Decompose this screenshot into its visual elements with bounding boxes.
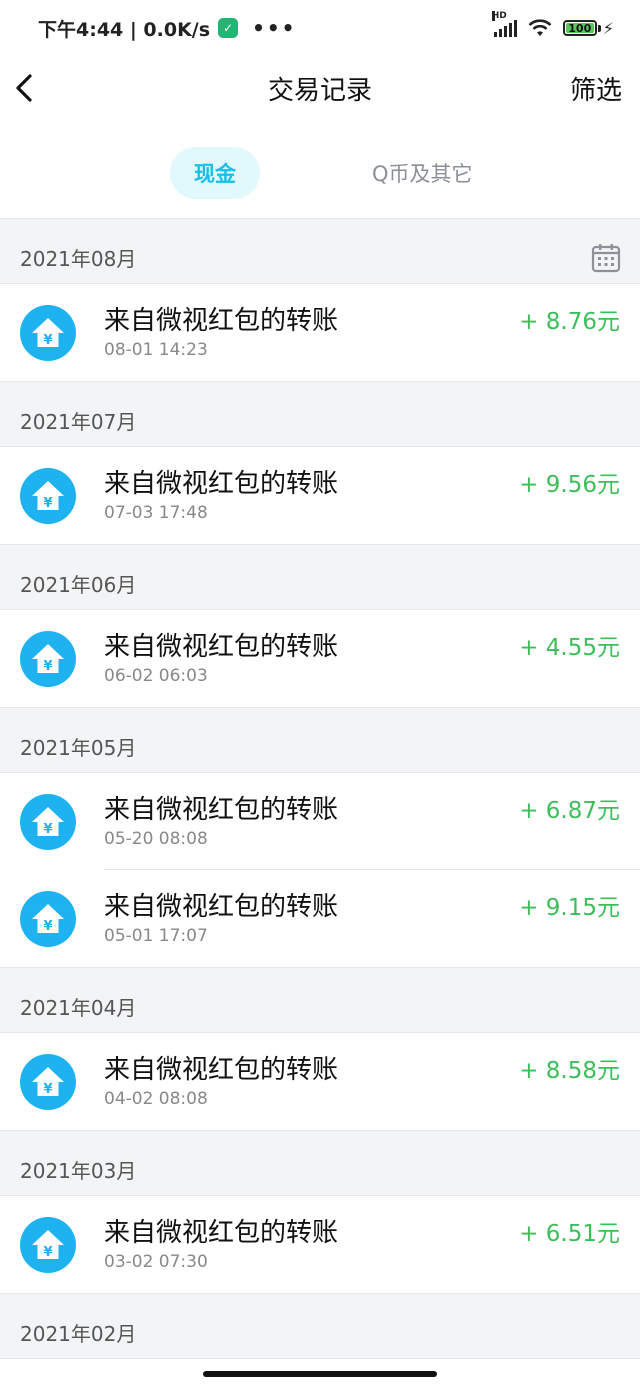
page-title: 交易记录 (267, 76, 372, 106)
svg-text:¥: ¥ (43, 822, 52, 837)
transaction-amount: + 4.55元 (519, 635, 620, 661)
tab-qcoin-other[interactable]: Q币及其它 (372, 147, 473, 199)
transaction-time: 05-01 17:07 (104, 926, 208, 946)
month-label: 2021年02月 (20, 1322, 137, 1346)
transaction-amount: + 8.76元 (519, 309, 620, 335)
transaction-list: 2021年08月 ¥ 来自微视红包的转账 08-01 14:23 + 8.76元 2021… (0, 218, 640, 1359)
transaction-time: 07-03 17:48 (104, 503, 208, 523)
more-dots-icon: ••• (252, 16, 297, 40)
transaction-row[interactable]: ¥ 来自微视红包的转账 07-03 17:48 + 9.56元 (0, 447, 640, 544)
hd-label: HD (491, 11, 507, 21)
tab-cash[interactable]: 现金 (170, 147, 260, 199)
transaction-time: 04-02 08:08 (104, 1089, 208, 1109)
svg-text:¥: ¥ (43, 659, 52, 674)
month-label: 2021年07月 (20, 410, 137, 434)
shield-icon: ✓ (218, 18, 239, 38)
month-label: 2021年08月 (20, 247, 137, 271)
status-right: HD 100 ⚡ (491, 11, 614, 38)
tab-bar: 现金 Q币及其它 (0, 140, 640, 206)
month-header: 2021年06月 (0, 544, 640, 610)
battery-level: 100 (568, 21, 592, 35)
transaction-amount: + 9.15元 (519, 895, 620, 921)
transaction-row[interactable]: ¥ 来自微视红包的转账 06-02 06:03 + 4.55元 (0, 610, 640, 707)
status-time-speed: 下午4:44 | 0.0K/s (38, 18, 211, 41)
red-packet-transfer-icon: ¥ (20, 794, 76, 850)
month-label: 2021年03月 (20, 1159, 137, 1183)
transaction-row[interactable]: ¥ 来自微视红包的转账 05-20 08:08 + 6.87元 (0, 773, 640, 870)
filter-button[interactable]: 筛选 (570, 70, 622, 107)
svg-text:¥: ¥ (43, 333, 52, 348)
signal-icon: HD (491, 11, 517, 37)
month-header: 2021年08月 (0, 218, 640, 284)
charging-icon: ⚡ (602, 18, 614, 38)
transaction-title: 来自微视红包的转账 (104, 632, 339, 662)
transaction-amount: + 6.87元 (519, 798, 620, 824)
transaction-time: 03-02 07:30 (104, 1252, 208, 1272)
transaction-row[interactable]: ¥ 来自微视红包的转账 05-01 17:07 + 9.15元 (0, 870, 640, 967)
transaction-title: 来自微视红包的转账 (104, 1055, 339, 1085)
red-packet-transfer-icon: ¥ (20, 891, 76, 947)
month-header: 2021年03月 (0, 1130, 640, 1196)
red-packet-transfer-icon: ¥ (20, 631, 76, 687)
svg-text:¥: ¥ (43, 1245, 52, 1260)
transaction-amount: + 6.51元 (519, 1221, 620, 1247)
status-bar: 下午4:44 | 0.0K/s ✓ ••• HD 100 ⚡ (0, 0, 640, 56)
month-label: 2021年05月 (20, 736, 137, 760)
transaction-title: 来自微视红包的转账 (104, 469, 339, 499)
calendar-icon[interactable] (591, 243, 621, 273)
transaction-title: 来自微视红包的转账 (104, 1218, 339, 1248)
month-header: 2021年02月 (0, 1293, 640, 1359)
transaction-title: 来自微视红包的转账 (104, 892, 339, 922)
transaction-time: 06-02 06:03 (104, 666, 208, 686)
transaction-amount: + 9.56元 (519, 472, 620, 498)
transaction-title: 来自微视红包的转账 (104, 795, 339, 825)
wifi-icon (528, 19, 552, 36)
month-header: 2021年07月 (0, 381, 640, 447)
battery-icon: 100 ⚡ (562, 18, 614, 38)
transaction-row[interactable]: ¥ 来自微视红包的转账 08-01 14:23 + 8.76元 (0, 284, 640, 381)
svg-text:¥: ¥ (43, 1082, 52, 1097)
transaction-time: 05-20 08:08 (104, 829, 208, 849)
red-packet-transfer-icon: ¥ (20, 1054, 76, 1110)
month-label: 2021年04月 (20, 996, 137, 1020)
status-left: 下午4:44 | 0.0K/s ✓ ••• (38, 15, 296, 42)
month-header: 2021年05月 (0, 707, 640, 773)
transaction-amount: + 8.58元 (519, 1058, 620, 1084)
transaction-row[interactable]: ¥ 来自微视红包的转账 03-02 07:30 + 6.51元 (0, 1196, 640, 1293)
svg-text:¥: ¥ (43, 496, 52, 511)
transaction-title: 来自微视红包的转账 (104, 306, 339, 336)
red-packet-transfer-icon: ¥ (20, 305, 76, 361)
month-header: 2021年04月 (0, 967, 640, 1033)
nav-header: 交易记录 筛选 (0, 56, 640, 122)
month-label: 2021年06月 (20, 573, 137, 597)
transaction-row[interactable]: ¥ 来自微视红包的转账 04-02 08:08 + 8.58元 (0, 1033, 640, 1130)
home-indicator[interactable] (203, 1371, 437, 1377)
red-packet-transfer-icon: ¥ (20, 1217, 76, 1273)
red-packet-transfer-icon: ¥ (20, 468, 76, 524)
transaction-time: 08-01 14:23 (104, 340, 208, 360)
svg-text:¥: ¥ (43, 919, 52, 934)
